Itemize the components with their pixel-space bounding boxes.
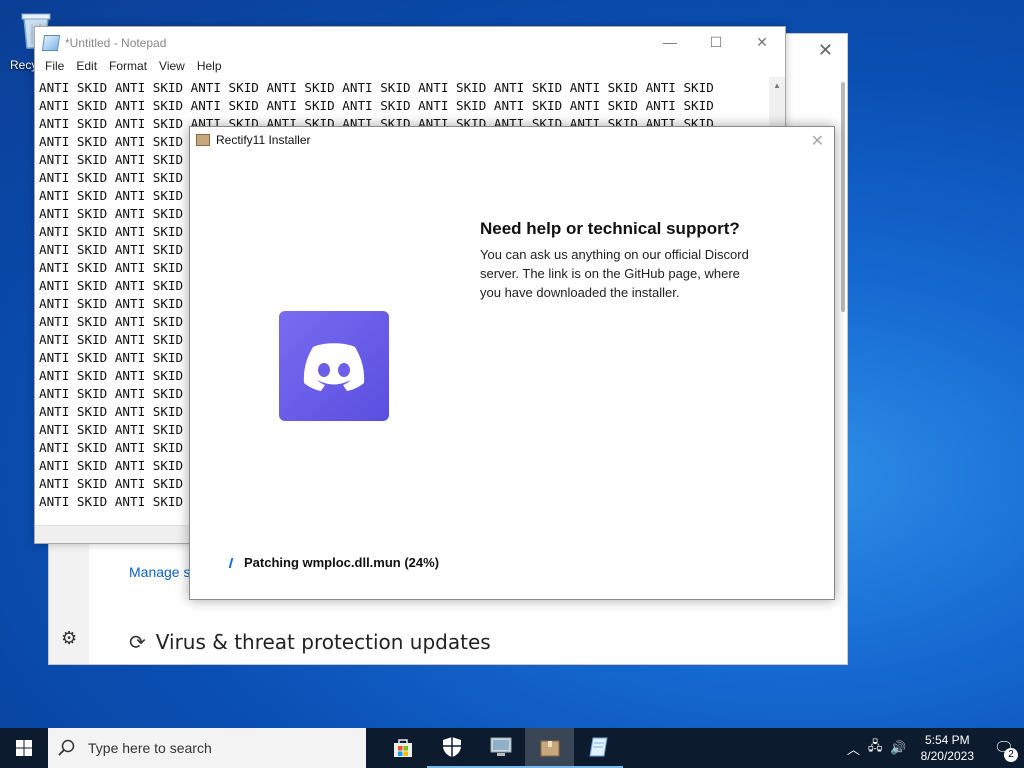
maximize-button[interactable]: ☐ (693, 27, 739, 57)
installer-window[interactable]: Rectify11 Installer ✕ Need help or techn… (189, 126, 835, 600)
taskbar-store[interactable] (378, 728, 427, 768)
gear-icon[interactable]: ⚙ (61, 628, 77, 649)
menu-edit[interactable]: Edit (70, 59, 103, 77)
close-icon[interactable]: ✕ (811, 131, 824, 151)
scroll-up-icon[interactable]: ▲ (773, 81, 781, 90)
close-button[interactable]: ✕ (739, 27, 785, 57)
security-icon (442, 737, 461, 757)
network-icon[interactable]: 🖧 (864, 737, 887, 759)
windows-logo-icon (16, 740, 32, 756)
notification-button[interactable]: 🗨 2 (984, 738, 1024, 762)
taskbar: Type here to search ︿ 🖧 🔊 5:54 PM 8/20/2… (0, 728, 1024, 768)
installer-title: Rectify11 Installer (216, 133, 311, 147)
refresh-icon: ⟳ (129, 630, 146, 654)
taskbar-installer[interactable] (525, 728, 574, 768)
search-placeholder: Type here to search (88, 740, 212, 756)
notepad-icon (41, 35, 61, 51)
taskbar-search-box[interactable]: Type here to search (48, 728, 366, 768)
search-icon (58, 739, 75, 756)
volume-icon[interactable]: 🔊 (886, 740, 910, 756)
clock-date: 8/20/2023 (920, 749, 974, 763)
minimize-button[interactable]: — (647, 27, 693, 57)
manage-settings-link[interactable]: Manage s (129, 564, 190, 580)
notification-badge: 2 (1004, 748, 1018, 762)
notepad-line: ANTI SKID ANTI SKID ANTI SKID ANTI SKID … (39, 80, 714, 95)
package-icon (196, 134, 210, 146)
menu-format[interactable]: Format (103, 59, 153, 77)
system-tray: ︿ 🖧 🔊 5:54 PM 8/20/2023 🗨 2 (843, 728, 1024, 768)
menu-file[interactable]: File (39, 59, 70, 77)
notepad-icon (588, 737, 608, 757)
notepad-title: *Untitled - Notepad (65, 36, 167, 50)
spinner-icon (228, 557, 238, 568)
installer-titlebar[interactable]: Rectify11 Installer (190, 127, 834, 153)
taskbar-notepad[interactable] (574, 728, 623, 768)
discord-icon (303, 343, 365, 391)
notepad-menubar: File Edit Format View Help (35, 59, 785, 77)
notepad-line: ANTI SKID ANTI SKID ANTI SKID ANTI SKID … (39, 98, 714, 113)
menu-view[interactable]: View (153, 59, 191, 77)
support-heading: Need help or technical support? (480, 219, 740, 238)
security-scrollbar[interactable] (841, 82, 845, 312)
support-description: You can ask us anything on our official … (480, 247, 749, 300)
computer-icon (490, 737, 511, 756)
store-icon (393, 739, 412, 757)
taskbar-security[interactable] (427, 728, 476, 768)
status-text: Patching wmploc.dll.mun (24%) (244, 555, 440, 570)
install-status: Patching wmploc.dll.mun (24%) (228, 555, 440, 570)
chevron-up-icon[interactable]: ︿ (843, 739, 864, 758)
close-icon[interactable]: ✕ (818, 40, 833, 61)
clock[interactable]: 5:54 PM 8/20/2023 (911, 732, 984, 764)
menu-help[interactable]: Help (191, 59, 228, 77)
clock-time: 5:54 PM (924, 733, 970, 747)
virus-updates-title: Virus & threat protection updates (155, 630, 491, 654)
virus-updates-section: ⟳ Virus & threat protection updates (129, 630, 491, 654)
discord-logo (279, 311, 389, 421)
start-button[interactable] (0, 728, 48, 768)
installer-icon (540, 740, 559, 757)
taskbar-computer[interactable] (476, 728, 525, 768)
